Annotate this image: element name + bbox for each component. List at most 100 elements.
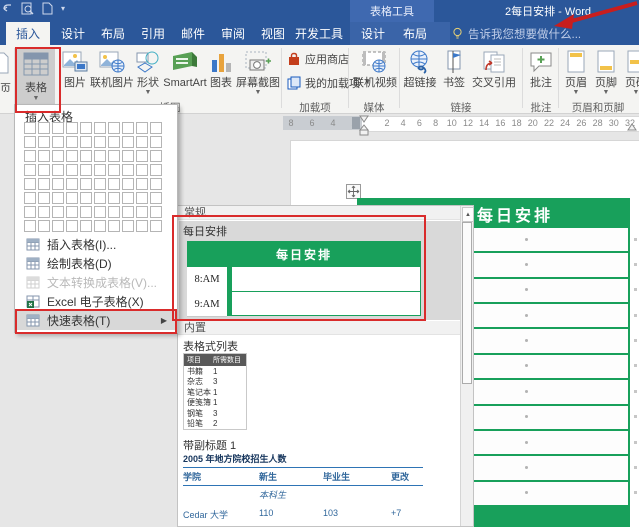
table-grid-cell[interactable]: [52, 206, 64, 218]
indent-markers[interactable]: [358, 114, 370, 136]
table-grid-cell[interactable]: [24, 206, 36, 218]
scrollbar-thumb[interactable]: [462, 222, 472, 384]
cross-reference-button[interactable]: 交叉引用: [469, 48, 519, 89]
table-grid-cell[interactable]: [136, 220, 148, 232]
table-grid-cell[interactable]: [136, 136, 148, 148]
online-pictures-button[interactable]: 联机图片: [91, 48, 133, 89]
undo-icon[interactable]: [2, 3, 13, 14]
table-grid-cell[interactable]: [80, 122, 92, 134]
table-grid-cell[interactable]: [108, 122, 120, 134]
print-preview-icon[interactable]: [21, 2, 34, 15]
table-grid-cell[interactable]: [52, 164, 64, 176]
table-grid-cell[interactable]: [80, 192, 92, 204]
table-grid-cell[interactable]: [150, 150, 162, 162]
table-grid-cell[interactable]: [80, 164, 92, 176]
table-grid-cell[interactable]: [94, 164, 106, 176]
table-grid-cell[interactable]: [108, 136, 120, 148]
bookmark-button[interactable]: 书签: [440, 48, 468, 89]
page-number-button[interactable]: 页码 ▼: [622, 48, 639, 96]
table-grid-cell[interactable]: [94, 206, 106, 218]
table-grid-cell[interactable]: [66, 164, 78, 176]
table-grid-cell[interactable]: [66, 192, 78, 204]
menu-item-1[interactable]: 插入表格(I)...: [15, 235, 175, 254]
table-grid-cell[interactable]: [94, 150, 106, 162]
scroll-up-icon[interactable]: ▲: [462, 207, 474, 222]
table-grid-cell[interactable]: [108, 178, 120, 190]
table-grid-cell[interactable]: [52, 122, 64, 134]
menu-item-3[interactable]: 文本转换成表格(V)...: [15, 273, 175, 292]
table-grid-cell[interactable]: [80, 206, 92, 218]
table-grid-cell[interactable]: [52, 220, 64, 232]
table-grid-cell[interactable]: [150, 220, 162, 232]
smartart-button[interactable]: SmartArt: [162, 48, 208, 89]
screenshot-button[interactable]: 屏幕截图 ▼: [236, 48, 280, 96]
table-grid-cell[interactable]: [24, 150, 36, 162]
table-grid-cell[interactable]: [122, 122, 134, 134]
footer-button[interactable]: 页脚 ▼: [592, 48, 620, 96]
table-grid-cell[interactable]: [38, 178, 50, 190]
table-grid-cell[interactable]: [24, 178, 36, 190]
gallery-scrollbar[interactable]: ▲: [460, 206, 473, 526]
customize-qat-icon[interactable]: ▾: [61, 4, 65, 13]
table-grid-cell[interactable]: [38, 150, 50, 162]
hyperlink-button[interactable]: 超链接: [401, 48, 439, 89]
table-grid-cell[interactable]: [122, 192, 134, 204]
table-grid-cell[interactable]: [136, 164, 148, 176]
table-grid-cell[interactable]: [122, 220, 134, 232]
table-grid-cell[interactable]: [24, 220, 36, 232]
table-grid-cell[interactable]: [38, 122, 50, 134]
tab-3[interactable]: 布局: [96, 22, 130, 45]
table-grid-cell[interactable]: [52, 178, 64, 190]
comment-button[interactable]: 批注: [526, 48, 556, 89]
table-grid-cell[interactable]: [150, 122, 162, 134]
table-grid-cell[interactable]: [52, 150, 64, 162]
table-grid-cell[interactable]: [24, 192, 36, 204]
new-document-icon[interactable]: [42, 2, 53, 15]
table-grid-cell[interactable]: [66, 206, 78, 218]
table-grid-cell[interactable]: [38, 164, 50, 176]
table-grid-cell[interactable]: [136, 150, 148, 162]
menu-item-2[interactable]: 绘制表格(D): [15, 254, 175, 273]
tabular-list-preview[interactable]: 项目所需数目 书籍1杂志3笔记本1便笺簿1钢笔3铅笔2: [183, 353, 247, 430]
table-grid-cell[interactable]: [24, 164, 36, 176]
tell-me-box[interactable]: 告诉我您想要做什么...: [452, 22, 581, 45]
table-grid-cell[interactable]: [150, 136, 162, 148]
tab-4[interactable]: 引用: [136, 22, 170, 45]
table-grid-cell[interactable]: [122, 178, 134, 190]
chart-button[interactable]: 图表: [206, 48, 236, 89]
table-grid-cell[interactable]: [136, 192, 148, 204]
table-grid-cell[interactable]: [94, 220, 106, 232]
table-grid-cell[interactable]: [108, 164, 120, 176]
shapes-button[interactable]: 形状 ▼: [133, 48, 163, 96]
table-grid-cell[interactable]: [94, 122, 106, 134]
table-grid-cell[interactable]: [94, 136, 106, 148]
store-button[interactable]: 应用商店: [287, 51, 349, 67]
tab-5[interactable]: 邮件: [176, 22, 210, 45]
table-grid-cell[interactable]: [38, 220, 50, 232]
table-grid-cell[interactable]: [94, 192, 106, 204]
table-grid-cell[interactable]: [150, 178, 162, 190]
table-grid-cell[interactable]: [150, 206, 162, 218]
table-grid-cell[interactable]: [80, 178, 92, 190]
table-grid-cell[interactable]: [108, 206, 120, 218]
table-grid-cell[interactable]: [24, 122, 36, 134]
insert-table-grid[interactable]: [24, 122, 164, 234]
table-grid-cell[interactable]: [38, 192, 50, 204]
table-grid-cell[interactable]: [136, 178, 148, 190]
table-grid-cell[interactable]: [136, 206, 148, 218]
table-grid-cell[interactable]: [52, 192, 64, 204]
table-grid-cell[interactable]: [108, 220, 120, 232]
table-grid-cell[interactable]: [122, 150, 134, 162]
table-grid-cell[interactable]: [122, 206, 134, 218]
menu-item-4[interactable]: Excel 电子表格(X): [15, 292, 175, 311]
tab-1[interactable]: 插入: [6, 22, 50, 45]
table-grid-cell[interactable]: [80, 150, 92, 162]
tab-6[interactable]: 审阅: [216, 22, 250, 45]
table-grid-cell[interactable]: [38, 136, 50, 148]
table-grid-cell[interactable]: [150, 192, 162, 204]
tab-7[interactable]: 视图: [256, 22, 290, 45]
contextual-tab-2[interactable]: 布局: [398, 22, 432, 45]
table-grid-cell[interactable]: [38, 206, 50, 218]
table-grid-cell[interactable]: [66, 220, 78, 232]
table-grid-cell[interactable]: [24, 136, 36, 148]
